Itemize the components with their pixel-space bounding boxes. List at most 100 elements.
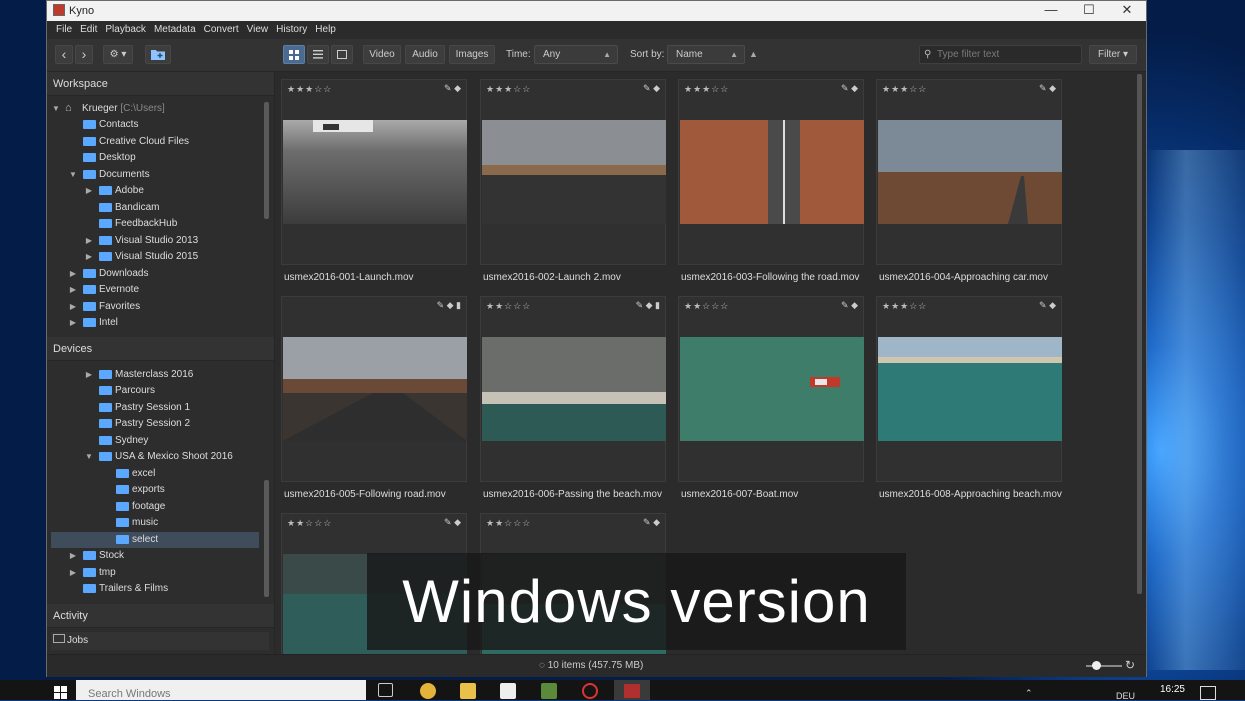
rating-stars[interactable]: ★★★☆☆ <box>882 301 927 312</box>
tree-item[interactable]: ▶ Masterclass 2016 <box>47 367 269 383</box>
clip-card[interactable]: ★★★☆☆ ✎ ◆ <box>876 296 1062 482</box>
thumbnail-road[interactable] <box>283 337 467 441</box>
menu-edit[interactable]: Edit <box>80 21 97 39</box>
chrome-icon[interactable] <box>420 683 436 699</box>
rating-stars[interactable]: ★★★☆☆ <box>486 84 531 95</box>
record-icon[interactable] <box>582 683 598 699</box>
tree-item[interactable]: Sydney <box>47 433 269 449</box>
tree-item[interactable]: ▶ Visual Studio 2015 <box>47 249 269 265</box>
menu-file[interactable]: File <box>56 21 72 39</box>
clip-tools-icons[interactable]: ✎ ◆ <box>841 83 858 94</box>
clip-tools-icons[interactable]: ✎ ◆ <box>1039 300 1056 311</box>
clip-tools-icons[interactable]: ✎ ◆ ▮ <box>636 300 660 311</box>
clip-card[interactable]: ★★★☆☆ ✎ ◆ <box>281 79 467 265</box>
tree-item[interactable]: footage <box>47 499 269 515</box>
jobs-item[interactable]: Jobs <box>51 632 269 650</box>
rating-stars[interactable]: ★★☆☆☆ <box>684 301 729 312</box>
clip-card[interactable]: ★★★☆☆ ✎ ◆ <box>480 79 666 265</box>
images-filter-button[interactable]: Images <box>449 45 495 64</box>
store-icon[interactable] <box>500 683 516 699</box>
thumbnail-desert-horizon[interactable] <box>482 120 666 224</box>
clip-card[interactable]: ★★☆☆☆ ✎ ◆ <box>678 296 864 482</box>
tree-item-krueger[interactable]: ▼ ⌂ Krueger [C:\Users] <box>47 101 269 117</box>
devices-scrollbar[interactable] <box>264 480 269 597</box>
back-button[interactable]: ‹ <box>55 45 73 64</box>
thumbnail-boat[interactable] <box>680 337 864 441</box>
workspace-scrollbar[interactable] <box>264 102 269 219</box>
menu-convert[interactable]: Convert <box>204 21 239 39</box>
sort-direction-button[interactable]: ▲ <box>749 49 758 59</box>
app-icon[interactable] <box>541 683 557 699</box>
tree-item[interactable]: ▶ Stock <box>47 548 269 564</box>
kyno-taskbar-button[interactable] <box>614 680 650 700</box>
filter-menu-button[interactable]: Filter ▾ <box>1089 45 1137 64</box>
grid-scrollbar[interactable] <box>1137 74 1142 594</box>
list-view-button[interactable] <box>307 45 329 64</box>
rating-stars[interactable]: ★★☆☆☆ <box>287 518 332 529</box>
tree-item[interactable]: Trailers & Films <box>47 581 269 597</box>
thumbnail-aerial-road[interactable] <box>680 120 864 224</box>
time-select[interactable]: Any ▲ <box>534 45 618 64</box>
devices-heading[interactable]: Devices <box>47 337 274 361</box>
tray-chevron-icon[interactable]: ⌃ <box>1025 688 1033 699</box>
tree-item[interactable]: Desktop <box>47 150 269 166</box>
menu-history[interactable]: History <box>276 21 307 39</box>
tree-item[interactable]: ▶ Adobe <box>47 183 269 199</box>
thumbnail-desert-road[interactable] <box>878 120 1062 224</box>
clip-card[interactable]: ✎ ◆ ▮ <box>281 296 467 482</box>
tree-item[interactable]: excel <box>47 466 269 482</box>
file-explorer-icon[interactable] <box>460 683 476 699</box>
single-view-button[interactable] <box>331 45 353 64</box>
workspace-heading[interactable]: Workspace <box>47 72 274 96</box>
add-folder-button[interactable] <box>145 45 171 64</box>
menu-help[interactable]: Help <box>315 21 336 39</box>
taskbar-search-input[interactable]: Search Windows <box>76 680 366 700</box>
tree-item[interactable]: Pastry Session 2 <box>47 416 269 432</box>
activity-heading[interactable]: Activity <box>47 604 274 628</box>
rating-stars[interactable]: ★★★☆☆ <box>684 84 729 95</box>
minimize-button[interactable]: — <box>1033 1 1069 21</box>
filter-search-input[interactable]: ⚲ Type filter text <box>919 45 1082 64</box>
clip-tools-icons[interactable]: ✎ ◆ <box>444 517 461 528</box>
tree-item[interactable]: ▶ Favorites <box>47 299 269 315</box>
tree-item[interactable]: Bandicam <box>47 200 269 216</box>
menu-playback[interactable]: Playback <box>105 21 146 39</box>
windows-start-icon[interactable] <box>54 686 67 699</box>
tree-item[interactable]: ▼ Documents <box>47 167 269 183</box>
menu-view[interactable]: View <box>247 21 269 39</box>
forward-button[interactable]: › <box>75 45 93 64</box>
tree-item[interactable]: ▶ tmp <box>47 565 269 581</box>
tree-item[interactable]: ▶ Intel <box>47 315 269 331</box>
audio-filter-button[interactable]: Audio <box>405 45 445 64</box>
tree-item[interactable]: Parcours <box>47 383 269 399</box>
clip-tools-icons[interactable]: ✎ ◆ <box>444 83 461 94</box>
tree-item[interactable]: Contacts <box>47 117 269 133</box>
video-filter-button[interactable]: Video <box>363 45 401 64</box>
task-view-icon[interactable] <box>378 683 393 697</box>
taskbar-clock[interactable]: 16:25 <box>1160 684 1185 695</box>
clip-card[interactable]: ★★★☆☆ ✎ ◆ <box>876 79 1062 265</box>
tree-item[interactable]: music <box>47 515 269 531</box>
tree-item[interactable]: Pastry Session 1 <box>47 400 269 416</box>
rating-stars[interactable]: ★★☆☆☆ <box>486 518 531 529</box>
maximize-button[interactable]: ☐ <box>1071 1 1107 21</box>
clip-card[interactable]: ★★★☆☆ ✎ ◆ <box>678 79 864 265</box>
rating-stars[interactable]: ★★☆☆☆ <box>486 301 531 312</box>
tree-item[interactable]: exports <box>47 482 269 498</box>
clip-tools-icons[interactable]: ✎ ◆ ▮ <box>437 300 461 311</box>
tree-item[interactable]: ▶ Evernote <box>47 282 269 298</box>
thumbnail-beach-town[interactable] <box>482 337 666 441</box>
tree-item[interactable]: ▶ Visual Studio 2013 <box>47 233 269 249</box>
tree-item[interactable]: ▶ Downloads <box>47 266 269 282</box>
zoom-slider-handle[interactable] <box>1092 661 1101 670</box>
close-button[interactable]: ✕ <box>1109 1 1145 21</box>
settings-menu-button[interactable]: ⚙ ▾ <box>103 45 133 64</box>
thumbnail-asphalt[interactable] <box>283 120 467 224</box>
menu-metadata[interactable]: Metadata <box>154 21 196 39</box>
refresh-icon[interactable]: ↻ <box>1125 658 1135 672</box>
tree-item[interactable]: ▼ USA & Mexico Shoot 2016 <box>47 449 269 465</box>
tree-item-selected[interactable]: select <box>51 532 259 548</box>
clip-card[interactable]: ★★☆☆☆ ✎ ◆ ▮ <box>480 296 666 482</box>
thumbnail-approaching-beach[interactable] <box>878 337 1062 441</box>
clip-tools-icons[interactable]: ✎ ◆ <box>841 300 858 311</box>
